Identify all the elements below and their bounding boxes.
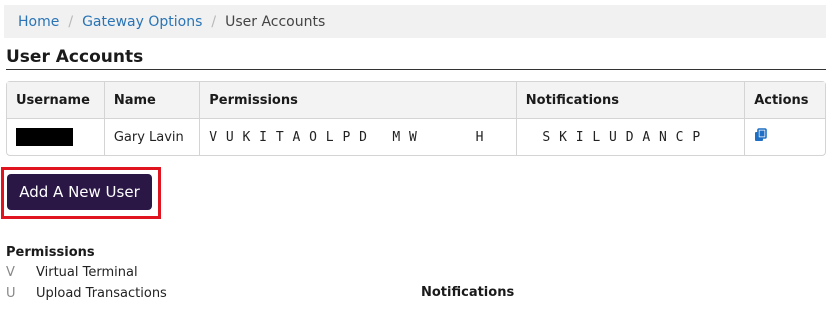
breadcrumb-separator: / [68,13,74,30]
permissions-heading: Permissions [6,245,95,260]
breadcrumb-separator: / [211,13,217,30]
user-accounts-table: Username Name Permissions Notifications … [6,81,826,156]
notifications-heading: Notifications [421,285,515,300]
add-new-user-button[interactable]: Add A New User [7,174,152,210]
breadcrumb-home-link[interactable]: Home [18,14,59,30]
copy-icon[interactable] [754,128,767,146]
permission-label: Virtual Terminal [36,265,138,280]
permission-label: Upload Transactions [36,286,167,301]
permission-item: U Upload Transactions [6,286,167,301]
page-title: User Accounts [6,47,144,67]
actions-cell [745,119,825,155]
table-header-row: Username Name Permissions Notifications … [7,82,825,119]
table-row: Gary Lavin V U K I T A O L P D M W H S K… [7,119,825,155]
redacted-username [16,128,73,146]
permission-code: V [6,265,15,280]
permissions-cell: V U K I T A O L P D M W H [200,119,517,155]
breadcrumb-gateway-options-link[interactable]: Gateway Options [82,14,202,30]
column-header-notifications: Notifications [516,82,746,119]
permission-code: U [6,286,16,301]
username-cell [7,119,105,155]
breadcrumb: Home / Gateway Options / User Accounts [4,5,826,38]
permission-item: V Virtual Terminal [6,265,138,280]
breadcrumb-current: User Accounts [225,13,326,30]
column-header-username: Username [7,82,105,119]
title-divider [6,69,826,70]
notifications-cell: S K I L U D A N C P [517,119,746,155]
column-header-permissions: Permissions [200,82,517,119]
column-header-name: Name [104,82,201,119]
name-cell: Gary Lavin [105,119,201,155]
column-header-actions: Actions [745,82,825,119]
